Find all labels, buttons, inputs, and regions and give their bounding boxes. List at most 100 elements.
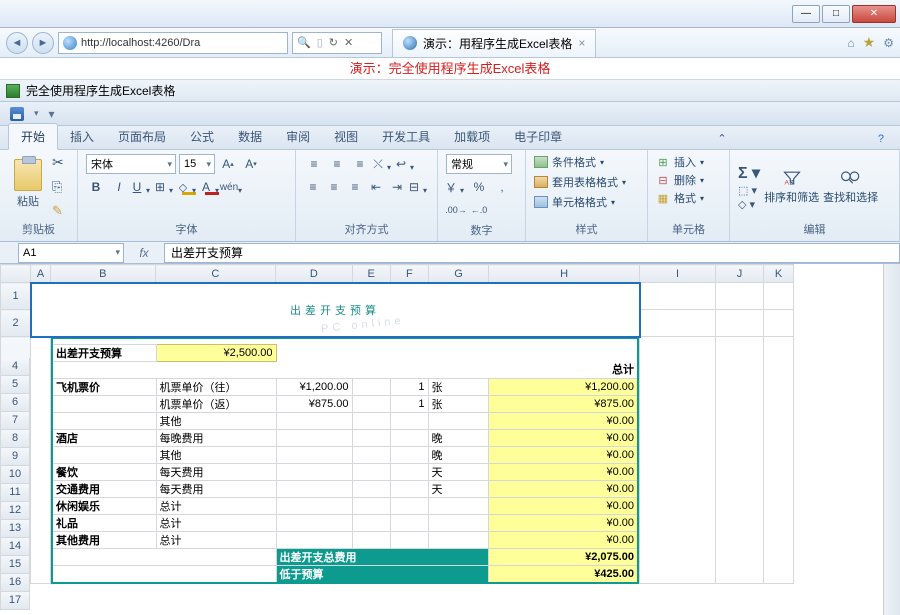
- blank-cell[interactable]: [352, 395, 390, 412]
- budget-amount[interactable]: ¥2,500.00: [156, 344, 276, 361]
- subtotal-cell[interactable]: ¥0.00: [488, 463, 638, 480]
- unit-cell[interactable]: 晚: [428, 429, 488, 446]
- price-cell[interactable]: [276, 480, 352, 497]
- spreadsheet-grid[interactable]: A B C D E F G H I J K 1 出差开支预算 PC online…: [0, 264, 900, 615]
- close-button[interactable]: ✕: [852, 5, 896, 23]
- align-bottom-icon[interactable]: ≡: [350, 154, 370, 174]
- row-header[interactable]: 4: [0, 358, 30, 376]
- minimize-button[interactable]: —: [792, 5, 820, 23]
- desc-cell[interactable]: 总计: [156, 531, 276, 548]
- blank-cell[interactable]: [352, 412, 390, 429]
- tools-icon[interactable]: ⚙: [883, 36, 894, 50]
- table-row[interactable]: 交通费用每天费用天¥0.00: [52, 480, 638, 497]
- qty-cell[interactable]: [390, 480, 428, 497]
- stop-icon[interactable]: ✕: [344, 36, 353, 49]
- delete-cells-button[interactable]: ⊟删除▾: [656, 172, 704, 188]
- autosum-icon[interactable]: Σ ▾: [738, 163, 760, 183]
- category-cell[interactable]: 其他费用: [52, 531, 156, 548]
- table-row[interactable]: 飞机票价机票单价（往）¥1,200.001张¥1,200.00: [52, 378, 638, 395]
- col-header[interactable]: H: [489, 265, 640, 283]
- percent-icon[interactable]: %: [469, 177, 489, 197]
- table-row[interactable]: 酒店每晚费用晚¥0.00: [52, 429, 638, 446]
- inc-decimal-icon[interactable]: .00→: [446, 200, 466, 220]
- category-cell[interactable]: [52, 412, 156, 429]
- subtotal-cell[interactable]: ¥0.00: [488, 497, 638, 514]
- tab-close-icon[interactable]: ×: [578, 36, 585, 50]
- col-header[interactable]: B: [51, 265, 156, 283]
- browser-tab[interactable]: 演示：用程序生成Excel表格 ×: [392, 29, 596, 57]
- col-header[interactable]: I: [640, 265, 716, 283]
- save-icon[interactable]: [10, 107, 24, 121]
- format-cells-button[interactable]: ▦格式▾: [656, 190, 704, 206]
- under-budget-value[interactable]: ¥425.00: [488, 565, 638, 583]
- price-cell[interactable]: [276, 531, 352, 548]
- row-header[interactable]: 6: [0, 394, 30, 412]
- category-cell[interactable]: [52, 395, 156, 412]
- merge-cells-icon[interactable]: ⊟: [409, 177, 429, 197]
- blank-cell[interactable]: [352, 429, 390, 446]
- row-header[interactable]: 12: [0, 502, 30, 520]
- table-row[interactable]: 其他晚¥0.00: [52, 446, 638, 463]
- forward-button[interactable]: ►: [32, 32, 54, 54]
- grow-font-icon[interactable]: A▴: [218, 154, 238, 174]
- clear-icon[interactable]: ◇ ▾: [738, 198, 760, 211]
- qty-cell[interactable]: [390, 429, 428, 446]
- align-left-icon[interactable]: ≡: [304, 177, 322, 197]
- desc-cell[interactable]: 机票单价（往）: [156, 378, 276, 395]
- desc-cell[interactable]: 其他: [156, 446, 276, 463]
- col-header[interactable]: F: [390, 265, 428, 283]
- qty-cell[interactable]: [390, 412, 428, 429]
- budget-label[interactable]: 出差开支预算: [52, 344, 156, 361]
- ribbon-tab-review[interactable]: 审阅: [274, 124, 322, 149]
- ribbon-tab-data[interactable]: 数据: [226, 124, 274, 149]
- subtotal-cell[interactable]: ¥0.00: [488, 531, 638, 548]
- align-center-icon[interactable]: ≡: [325, 177, 343, 197]
- find-select-button[interactable]: 查找和选择: [823, 169, 878, 205]
- font-name-select[interactable]: 宋体: [86, 154, 176, 174]
- price-cell[interactable]: [276, 412, 352, 429]
- vertical-scrollbar[interactable]: [883, 264, 900, 615]
- subtotal-cell[interactable]: ¥1,200.00: [488, 378, 638, 395]
- category-cell[interactable]: 飞机票价: [52, 378, 156, 395]
- price-cell[interactable]: ¥875.00: [276, 395, 352, 412]
- fill-color-button[interactable]: ◇: [178, 177, 198, 197]
- desc-cell[interactable]: 每天费用: [156, 463, 276, 480]
- grand-total-label[interactable]: 出差开支总费用: [276, 548, 488, 565]
- font-size-select[interactable]: 15: [179, 154, 215, 174]
- bold-button[interactable]: B: [86, 177, 106, 197]
- row-header[interactable]: 2: [1, 310, 31, 337]
- row-header[interactable]: 13: [0, 520, 30, 538]
- blank-cell[interactable]: [352, 463, 390, 480]
- indent-dec-icon[interactable]: ⇤: [367, 177, 385, 197]
- qty-cell[interactable]: [390, 531, 428, 548]
- desc-cell[interactable]: 每晚费用: [156, 429, 276, 446]
- col-header[interactable]: J: [716, 265, 764, 283]
- subtotal-cell[interactable]: ¥0.00: [488, 514, 638, 531]
- row-header[interactable]: 11: [0, 484, 30, 502]
- total-header[interactable]: 总计: [488, 361, 638, 378]
- back-button[interactable]: ◄: [6, 32, 28, 54]
- font-color-button[interactable]: A: [201, 177, 221, 197]
- row-header[interactable]: 10: [0, 466, 30, 484]
- col-header[interactable]: A: [31, 265, 51, 283]
- price-cell[interactable]: [276, 446, 352, 463]
- col-header[interactable]: K: [764, 265, 794, 283]
- ribbon-tab-home[interactable]: 开始: [8, 123, 58, 150]
- subtotal-cell[interactable]: ¥0.00: [488, 480, 638, 497]
- desc-cell[interactable]: 总计: [156, 514, 276, 531]
- border-button[interactable]: ⊞: [155, 177, 175, 197]
- blank-cell[interactable]: [352, 480, 390, 497]
- qty-cell[interactable]: [390, 497, 428, 514]
- number-format-select[interactable]: 常规: [446, 154, 512, 174]
- shrink-font-icon[interactable]: A▾: [241, 154, 261, 174]
- qat-print-icon[interactable]: ▾: [49, 107, 55, 121]
- category-cell[interactable]: 休闲娱乐: [52, 497, 156, 514]
- qty-cell[interactable]: 1: [390, 378, 428, 395]
- blank-cell[interactable]: [352, 514, 390, 531]
- ribbon-help-icon[interactable]: ?: [870, 129, 892, 149]
- col-header[interactable]: D: [276, 265, 352, 283]
- row-header[interactable]: 15: [0, 556, 30, 574]
- paste-button[interactable]: 粘贴: [8, 154, 48, 214]
- row-header[interactable]: 8: [0, 430, 30, 448]
- underline-button[interactable]: U: [132, 177, 152, 197]
